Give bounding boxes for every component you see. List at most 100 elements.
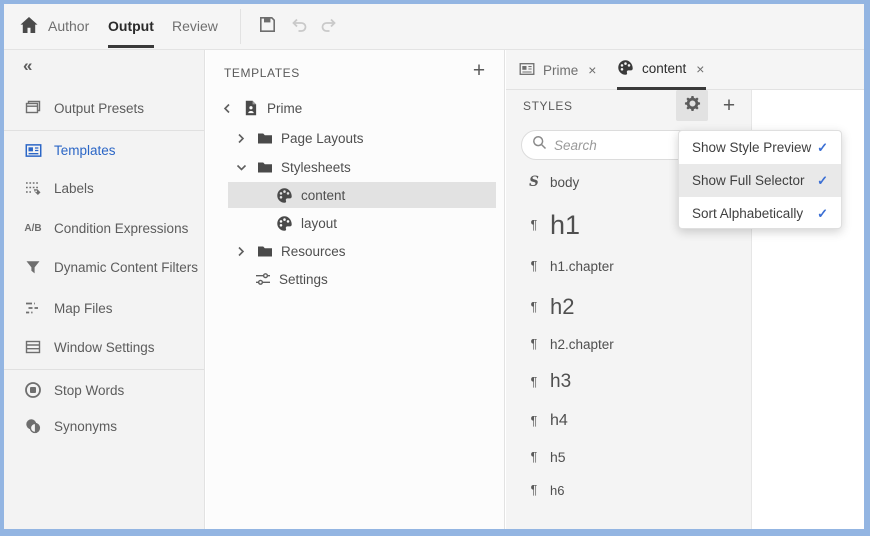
app-content: Author Output Review « Output Pres [4,4,864,529]
style-item-h6[interactable]: ¶ h6 [506,474,751,506]
style-item-h4[interactable]: ¶ h4 [506,405,751,437]
nav-tab-review[interactable]: Review [172,4,218,49]
window-settings-icon [23,337,43,357]
menu-item-label: Show Style Preview [692,140,811,155]
chevron-down-icon[interactable] [236,161,248,173]
tree-node-label: content [301,188,345,203]
menu-item-show-style-preview[interactable]: Show Style Preview ✓ [679,131,841,164]
tree-node-prime[interactable]: Prime [206,94,504,122]
tree-node-label: Settings [279,272,328,287]
sidebar-item-label: Labels [54,181,94,196]
stop-words-icon [23,380,43,400]
sidebar-item-stop-words[interactable]: Stop Words [4,375,204,405]
style-item-h5[interactable]: ¶ h5 [506,441,751,473]
folder-icon [256,159,273,176]
tab-prime[interactable]: Prime × [519,50,598,90]
chevron-left-icon[interactable] [222,102,234,114]
style-item-h2[interactable]: ¶ h2 [506,291,751,323]
synonyms-icon [23,416,43,436]
menu-item-sort-alphabetically[interactable]: Sort Alphabetically ✓ [679,197,841,229]
style-selector: h5 [550,449,566,465]
document-tab-bar: Prime × content × [506,50,864,90]
style-selector: h2 [550,294,574,320]
pilcrow-icon: ¶ [527,450,541,464]
toolbar-separator [240,9,241,44]
tree-node-resources[interactable]: Resources [206,237,504,265]
check-icon: ✓ [817,206,828,222]
add-style-button[interactable]: + [713,90,745,121]
style-item-h2-chapter[interactable]: ¶ h2.chapter [506,328,751,360]
top-toolbar: Author Output Review [4,4,864,50]
tree-node-layout[interactable]: layout [206,209,504,237]
stylesheet-icon [276,215,293,232]
tree-node-settings[interactable]: Settings [206,265,504,293]
styles-options-button[interactable] [676,90,708,121]
tab-label: Prime [543,63,578,78]
templates-icon [23,140,43,160]
style-selector: h6 [550,483,564,498]
sidebar-item-dynamic-content-filters[interactable]: Dynamic Content Filters [4,252,204,282]
selector-marker-icon: S [527,174,541,190]
settings-sliders-icon [254,271,271,288]
save-button[interactable] [256,16,278,38]
left-sidebar: « Output Presets Templates Labels A/B Co… [4,50,205,529]
app-window: Author Output Review « Output Pres [0,0,870,536]
style-selector: h2.chapter [550,337,614,352]
tree-node-page-layouts[interactable]: Page Layouts [206,124,504,152]
stylesheet-icon [617,59,634,79]
sidebar-item-window-settings[interactable]: Window Settings [4,332,204,362]
redo-button[interactable] [318,16,340,38]
pilcrow-icon: ¶ [527,300,541,314]
sidebar-item-output-presets[interactable]: Output Presets [4,93,204,123]
sidebar-item-templates[interactable]: Templates [4,135,204,165]
styles-panel-title: STYLES [523,99,573,113]
sidebar-item-label: Synonyms [54,419,117,434]
close-icon[interactable]: × [694,61,706,77]
templates-panel-title: TEMPLATES [224,66,300,80]
output-presets-icon [23,98,43,118]
chevron-right-icon[interactable] [236,132,248,144]
sidebar-item-label: Stop Words [54,383,124,398]
nav-tab-author[interactable]: Author [48,4,89,49]
active-tab-underline [108,45,154,48]
style-item-h3[interactable]: ¶ h3 [506,366,751,398]
pilcrow-icon: ¶ [527,218,541,232]
chevron-right-icon[interactable] [236,245,248,257]
stylesheet-icon [276,187,293,204]
style-selector: h4 [550,412,568,430]
home-button[interactable] [18,16,40,38]
gear-icon [684,95,701,117]
sidebar-divider [4,130,204,131]
sidebar-item-labels[interactable]: Labels [4,173,204,203]
undo-button[interactable] [288,16,310,38]
sidebar-item-condition-expressions[interactable]: A/B Condition Expressions [4,213,204,243]
sidebar-collapse-button[interactable]: « [23,51,31,81]
style-item-h1-chapter[interactable]: ¶ h1.chapter [506,250,751,282]
sidebar-item-label: Templates [54,143,116,158]
sidebar-item-synonyms[interactable]: Synonyms [4,411,204,441]
tab-content[interactable]: content × [617,50,706,90]
style-selector: h1 [550,210,580,241]
templates-panel: TEMPLATES + Prime Page Layouts Styleshee… [206,50,505,529]
tree-node-label: layout [301,216,337,231]
pilcrow-icon: ¶ [527,375,541,389]
folder-icon [256,243,273,260]
check-icon: ✓ [817,173,828,189]
menu-item-show-full-selector[interactable]: Show Full Selector ✓ [679,164,841,197]
search-icon [532,135,547,155]
tree-node-content[interactable]: content [206,181,504,209]
save-icon [258,15,277,39]
sidebar-item-label: Map Files [54,301,113,316]
close-icon[interactable]: × [586,62,598,78]
menu-item-label: Show Full Selector [692,173,805,188]
tree-node-stylesheets[interactable]: Stylesheets [206,153,504,181]
style-selector: h3 [550,371,571,393]
sidebar-item-map-files[interactable]: Map Files [4,293,204,323]
styles-options-menu: Show Style Preview ✓ Show Full Selector … [678,130,842,229]
template-icon [519,61,535,80]
labels-icon [23,178,43,198]
pilcrow-icon: ¶ [527,337,541,351]
tree-node-label: Stylesheets [281,160,351,175]
add-template-button[interactable]: + [464,56,494,86]
nav-tab-output[interactable]: Output [108,4,154,49]
